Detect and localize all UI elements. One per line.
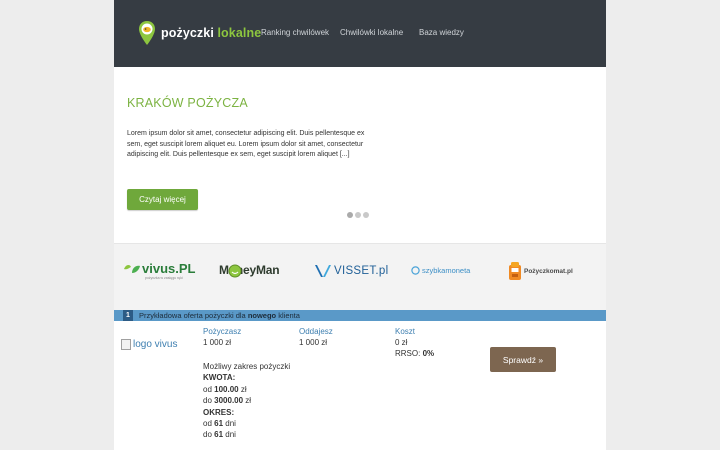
loan-range-title: Możliwy zakres pożyczki: [203, 362, 291, 371]
moneyman-smile-icon: [228, 264, 242, 278]
slider-dots: [347, 212, 369, 218]
offer-header-text: Przykładowa oferta pożyczki dla nowego k…: [139, 311, 300, 320]
visset-v-icon: [315, 265, 331, 277]
partner-vivus-tagline: pożyczka w zasięgu ręki: [145, 276, 183, 280]
offer-lender-logo[interactable]: logo vivus: [121, 339, 177, 350]
offer-number: 1: [123, 310, 133, 321]
site-logo[interactable]: pożyczki lokalne: [138, 20, 261, 46]
logo-brand: pożyczki: [161, 26, 214, 40]
logo-text: pożyczki lokalne: [161, 26, 261, 40]
logo-accent: lokalne: [217, 26, 262, 40]
nav-item-knowledge-base[interactable]: Baza wiedzy: [419, 28, 464, 37]
partner-pozyczkomat-name: Pożyczkomat.pl: [524, 267, 573, 275]
partner-szybkamoneta[interactable]: szybkamoneta: [411, 266, 470, 275]
slider-dot[interactable]: [347, 212, 353, 218]
repay-value: 1 000 zł: [299, 338, 328, 347]
period-to-unit: dni: [225, 430, 236, 440]
slider-dot[interactable]: [355, 212, 361, 218]
amount-to-currency: zł: [245, 396, 252, 406]
amount-from-currency: zł: [240, 384, 247, 394]
partner-visset-name: VISSET.pl: [334, 265, 389, 277]
amount-from-prefix: od: [203, 384, 212, 394]
amount-to: 3000.00: [214, 396, 244, 406]
nav-item-local-loans[interactable]: Chwilówki lokalne: [340, 28, 403, 37]
partner-visset[interactable]: VISSET.pl: [314, 264, 388, 278]
period-from-prefix: od: [203, 419, 212, 429]
loan-range-details: Możliwy zakres pożyczki KWOTA: od 100.00…: [203, 361, 290, 441]
site-header: pożyczki lokalne Ranking chwilówek Chwil…: [114, 0, 606, 67]
pozyczkomat-robot-icon: [509, 262, 521, 280]
rrso: RRSO: 0%: [395, 349, 434, 358]
rrso-label: RRSO:: [395, 349, 421, 358]
offer-header-prefix: Przykładowa oferta pożyczki dla: [139, 311, 248, 320]
offer-lender-logo-alt: logo vivus: [133, 339, 178, 350]
hero-title: KRAKÓW POŻYCZA: [127, 96, 248, 110]
vivus-leaf-icon: [124, 264, 140, 273]
page-container: pożyczki lokalne Ranking chwilówek Chwil…: [114, 0, 606, 450]
hero-text: Lorem ipsum dolor sit amet, consectetur …: [127, 130, 365, 159]
rrso-value: 0%: [422, 349, 435, 358]
repay-label: Oddajesz: [299, 327, 333, 336]
nav-item-ranking[interactable]: Ranking chwilówek: [261, 28, 329, 37]
offer-header-bold: nowego: [247, 311, 277, 320]
read-more-button[interactable]: Czytaj więcej: [127, 189, 198, 210]
partner-vivus[interactable]: vivus.PL pożyczka w zasięgu ręki: [123, 261, 195, 280]
cost-label: Koszt: [395, 327, 416, 336]
cost-value: 0 zł: [395, 338, 408, 347]
period-label: OKRES:: [203, 407, 235, 417]
borrow-value: 1 000 zł: [203, 338, 232, 347]
coin-icon: [411, 266, 420, 275]
amount-label: KWOTA:: [203, 373, 236, 383]
amount-to-prefix: do: [203, 396, 212, 406]
offer-header-suffix: klienta: [276, 311, 300, 320]
map-pin-icon: [139, 21, 155, 45]
period-to-prefix: do: [203, 430, 212, 440]
period-from-unit: dni: [225, 419, 236, 429]
partners-strip: vivus.PL pożyczka w zasięgu ręki MoneyMa…: [114, 243, 606, 310]
partner-moneyman[interactable]: MoneyMan: [219, 263, 280, 278]
amount-from: 100.00: [214, 384, 239, 394]
broken-image-icon: [121, 339, 131, 350]
period-from: 61: [214, 419, 224, 429]
period-to: 61: [214, 430, 224, 440]
partner-pozyczkomat[interactable]: Pożyczkomat.pl: [508, 261, 573, 281]
borrow-label: Pożyczasz: [203, 327, 242, 336]
check-offer-button[interactable]: Sprawdź »: [490, 347, 556, 372]
offer-header-bar: 1 Przykładowa oferta pożyczki dla nowego…: [114, 310, 606, 321]
offer-card: logo vivus Pożyczasz 1 000 zł Oddajesz 1…: [114, 321, 606, 450]
slider-dot[interactable]: [363, 212, 369, 218]
partner-szybkamoneta-name: szybkamoneta: [422, 266, 471, 275]
partner-vivus-name: vivus.PL: [142, 261, 196, 276]
